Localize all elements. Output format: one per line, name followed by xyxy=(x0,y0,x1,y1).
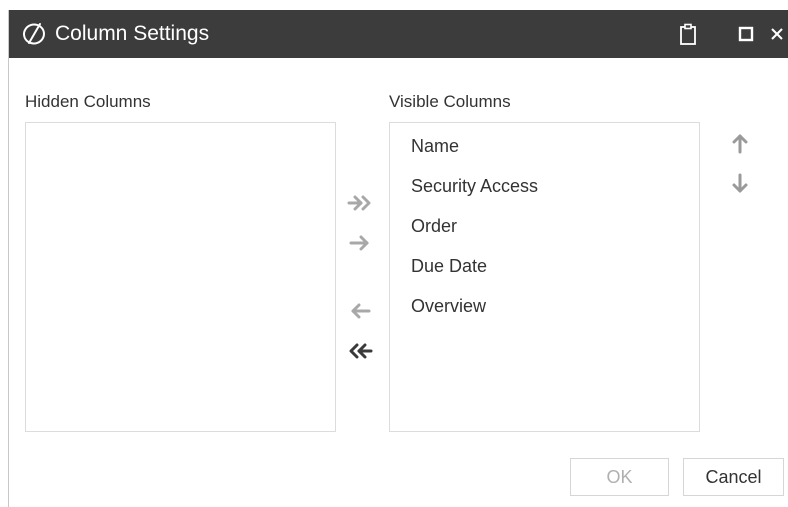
cancel-button[interactable]: Cancel xyxy=(683,458,784,496)
arrow-up-icon[interactable] xyxy=(727,132,753,154)
title-bar: Column Settings xyxy=(9,10,788,58)
close-icon[interactable] xyxy=(765,20,788,48)
visible-columns-label: Visible Columns xyxy=(389,92,511,111)
arrow-left-icon[interactable] xyxy=(347,300,373,322)
list-item[interactable]: Overview xyxy=(390,291,699,331)
double-arrow-right-icon[interactable] xyxy=(347,192,373,214)
column-settings-dialog: Column Settings Hidden Columns Visible C… xyxy=(8,10,788,507)
arrow-right-icon[interactable] xyxy=(347,232,373,254)
clipboard-icon[interactable] xyxy=(675,20,701,48)
dialog-title: Column Settings xyxy=(55,22,210,45)
list-item[interactable]: Due Date xyxy=(390,251,699,291)
visible-columns-list[interactable]: Name Security Access Order Due Date Overview xyxy=(389,122,700,432)
list-item[interactable]: Order xyxy=(390,211,699,251)
hidden-columns-items xyxy=(26,123,335,131)
list-item[interactable]: Name xyxy=(390,131,699,171)
visible-columns-items: Name Security Access Order Due Date Overview xyxy=(390,123,699,331)
ok-button[interactable]: OK xyxy=(570,458,669,496)
hidden-columns-label: Hidden Columns xyxy=(25,92,151,111)
double-arrow-left-icon[interactable] xyxy=(347,340,373,362)
list-item[interactable]: Security Access xyxy=(390,171,699,211)
hidden-columns-list[interactable] xyxy=(25,122,336,432)
arrow-down-icon[interactable] xyxy=(727,173,753,195)
app-logo-icon xyxy=(21,21,47,47)
maximize-icon[interactable] xyxy=(733,20,759,48)
